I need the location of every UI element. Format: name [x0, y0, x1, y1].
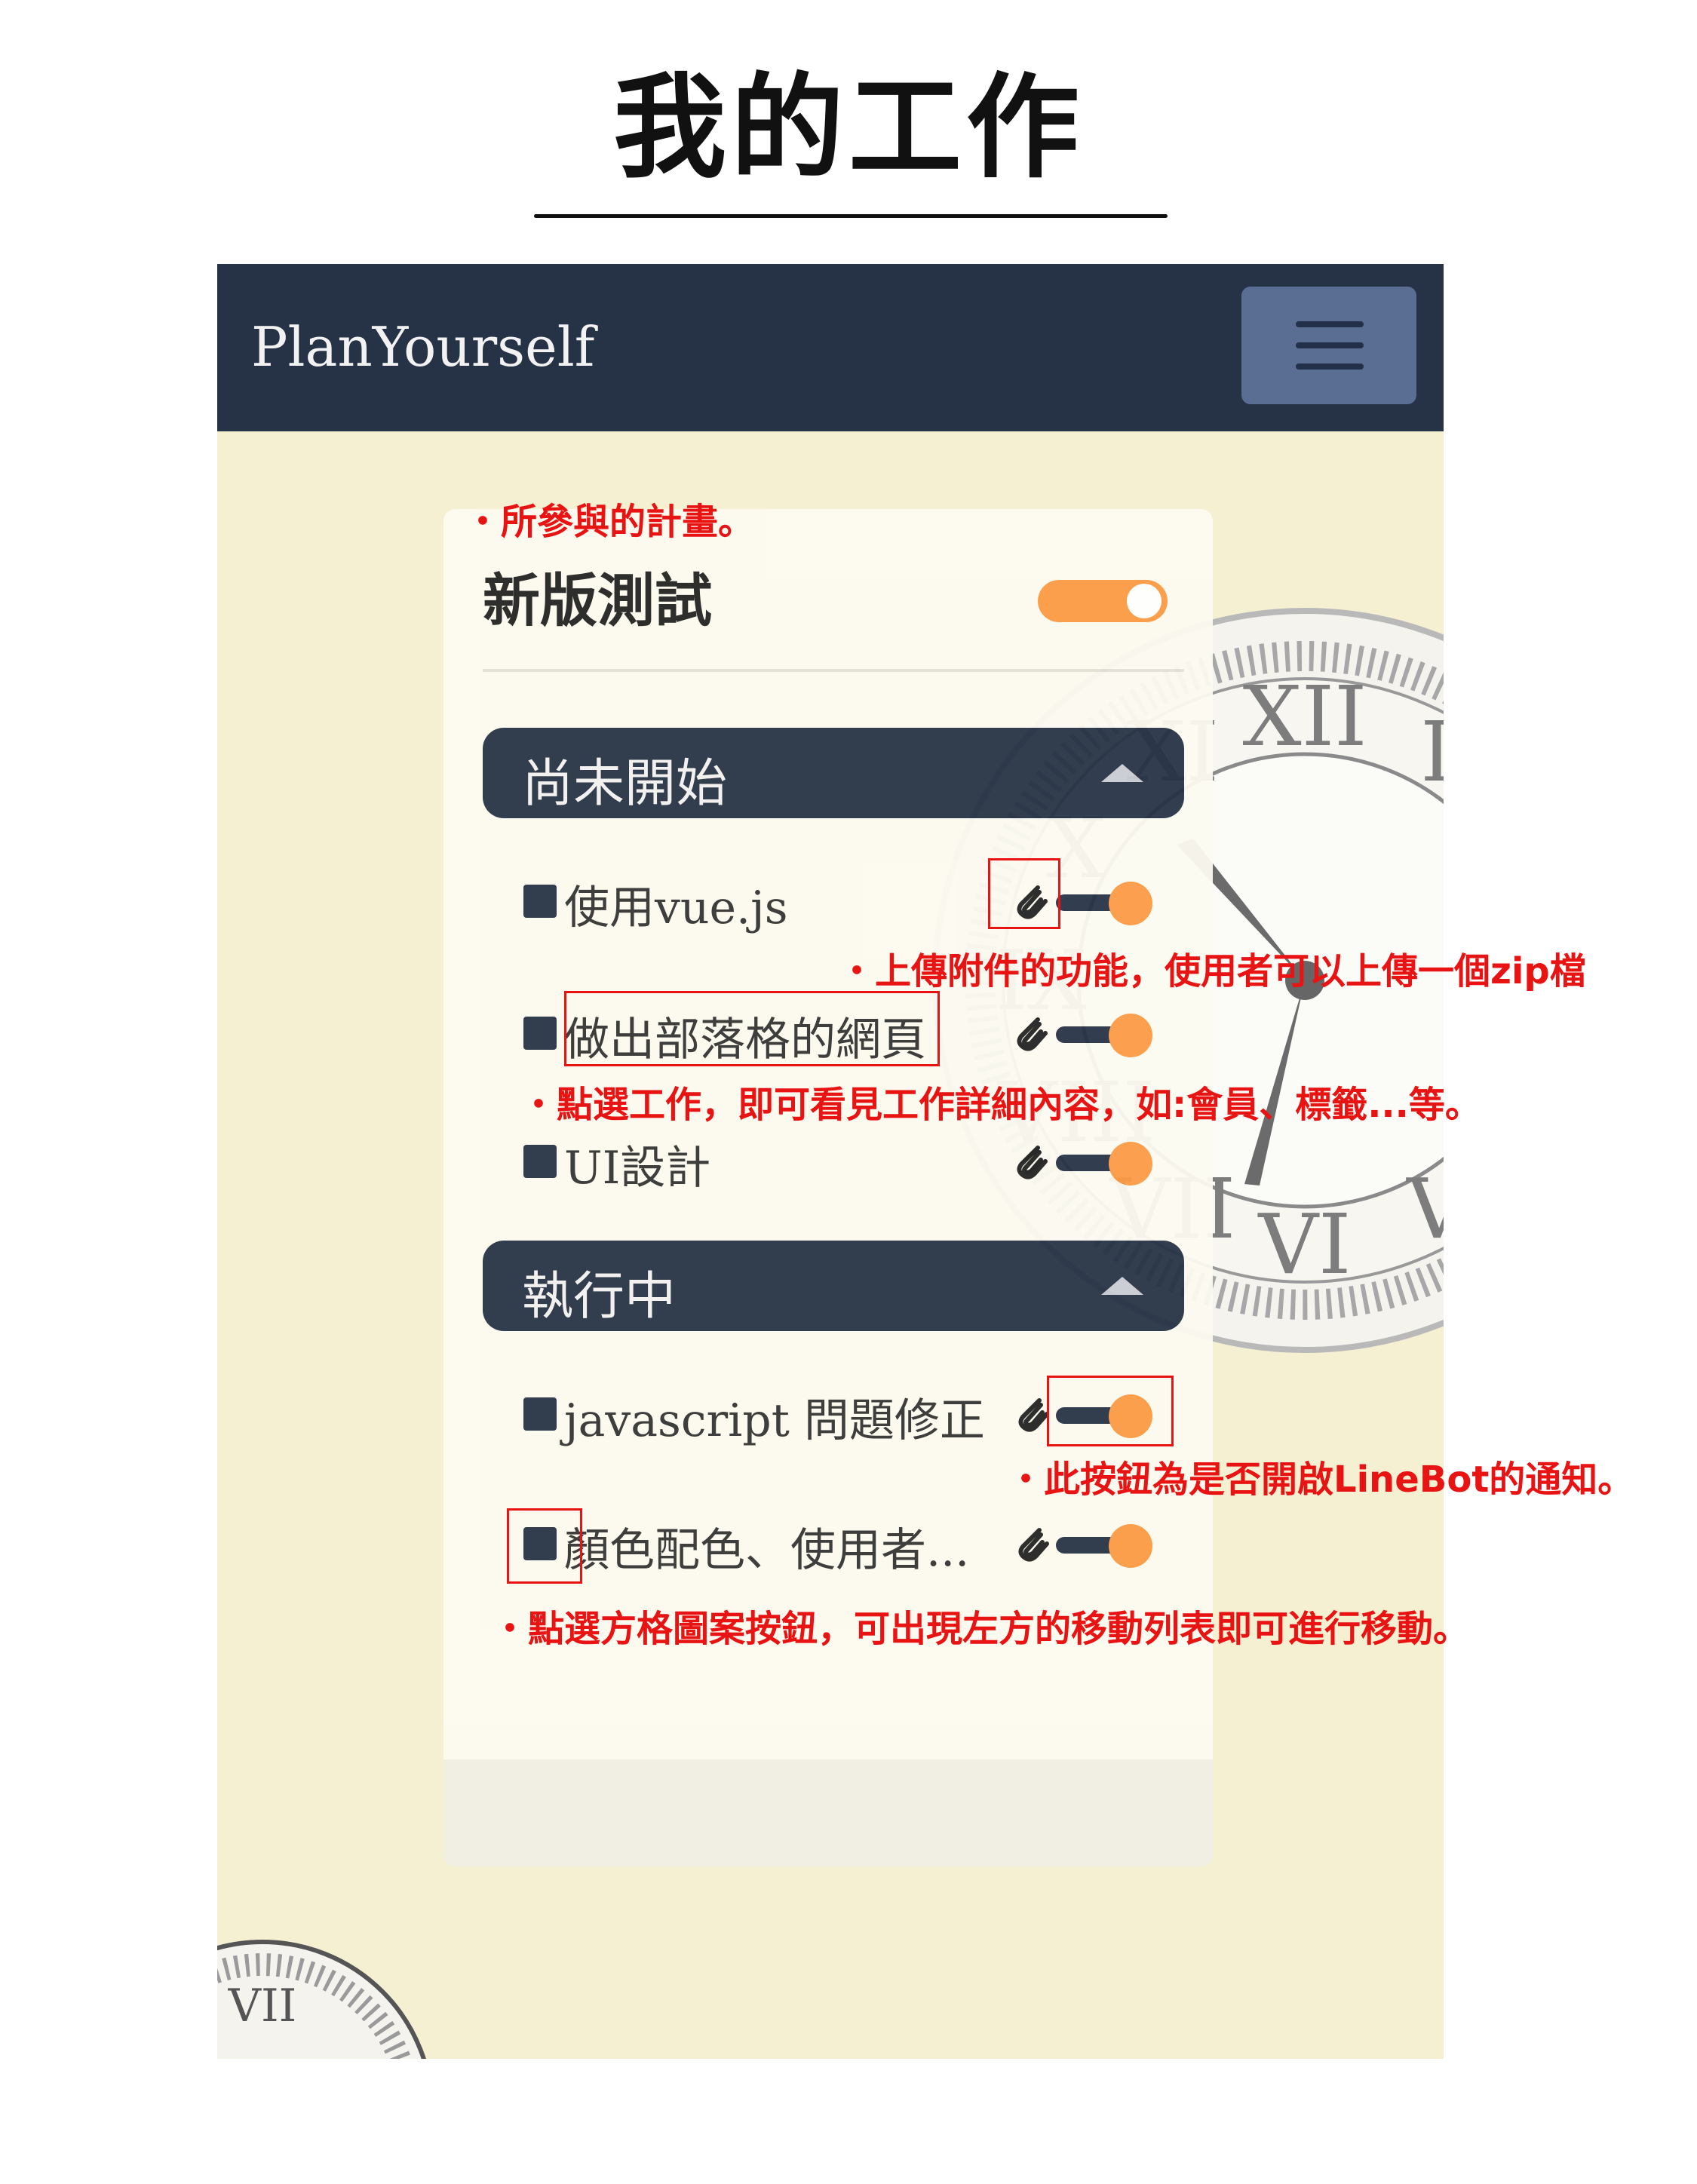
paperclip-icon[interactable] [1008, 1009, 1053, 1054]
section-label: 尚未開始 [522, 754, 728, 814]
task-item: UI設計 [443, 1124, 1213, 1207]
brand-logo[interactable]: PlanYourself [251, 315, 594, 379]
divider [483, 669, 1184, 672]
section-label: 執行中 [522, 1267, 677, 1327]
square-handle-icon[interactable] [523, 885, 557, 918]
caret-up-icon[interactable] [1101, 1277, 1143, 1295]
annotation-upload: ・上傳附件的功能，使用者可以上傳一個zip檔 [839, 950, 1586, 992]
notify-toggle[interactable] [1056, 1140, 1152, 1186]
task-name[interactable]: UI設計 [564, 1131, 710, 1197]
square-handle-icon[interactable] [523, 1017, 557, 1050]
square-handle-icon[interactable] [523, 1397, 557, 1431]
clock-numeral: VI [1257, 1196, 1352, 1293]
paperclip-icon[interactable] [1008, 1137, 1053, 1182]
highlight-box-task-name [564, 991, 940, 1066]
clock-numeral: V [1405, 1161, 1444, 1257]
annotation-project: ・所參與的計畫。 [465, 501, 755, 543]
notify-toggle[interactable] [1056, 880, 1152, 925]
task-name[interactable]: 顏色配色、使用者... [564, 1514, 969, 1579]
project-toggle[interactable] [1038, 577, 1168, 625]
highlight-box-drag-handle [507, 1508, 582, 1584]
annotation-notify: ・此按鈕為是否開啟LineBot的通知。 [1008, 1459, 1634, 1501]
notify-toggle[interactable] [1056, 1523, 1152, 1568]
highlight-box-attachment [988, 858, 1060, 929]
paperclip-icon[interactable] [1009, 1520, 1054, 1565]
project-card: 新版測試 尚未開始 使用vue.js 做出部落格的網頁 UI設計 執行中 jav… [443, 509, 1213, 1867]
navbar: PlanYourself [217, 264, 1444, 431]
caret-up-icon[interactable] [1101, 764, 1143, 782]
card-footer [443, 1759, 1213, 1867]
clock-numeral: I [1420, 704, 1444, 800]
section-header-in-progress[interactable]: 執行中 [483, 1241, 1184, 1331]
app-screen: PlanYourself XIXIIIIIIIIIVVVIVIIVIIIIXX … [217, 264, 1444, 2059]
notify-toggle[interactable] [1056, 1012, 1152, 1057]
menu-toggle-button[interactable] [1241, 287, 1416, 404]
task-item: 使用vue.js [443, 863, 1213, 946]
highlight-box-notify-toggle [1047, 1376, 1174, 1446]
annotation-move: ・點選方格圖案按鈕，可出現左方的移動列表即可進行移動。 [492, 1608, 1470, 1650]
heading-underline [534, 214, 1168, 218]
project-title[interactable]: 新版測試 [483, 554, 712, 637]
section-header-not-started[interactable]: 尚未開始 [483, 728, 1184, 818]
task-name[interactable]: 使用vue.js [564, 871, 788, 937]
square-handle-icon[interactable] [523, 1145, 557, 1178]
clock-numeral: XII [1242, 668, 1367, 765]
small-clock-icon: VII [217, 1940, 426, 2059]
page-heading: 我的工作 [612, 63, 1084, 194]
task-name[interactable]: javascript 問題修正 [564, 1384, 985, 1449]
clock-numeral: VII [228, 1980, 297, 2032]
annotation-detail: ・點選工作，即可看見工作詳細內容，如:會員、標籤...等。 [520, 1084, 1481, 1126]
